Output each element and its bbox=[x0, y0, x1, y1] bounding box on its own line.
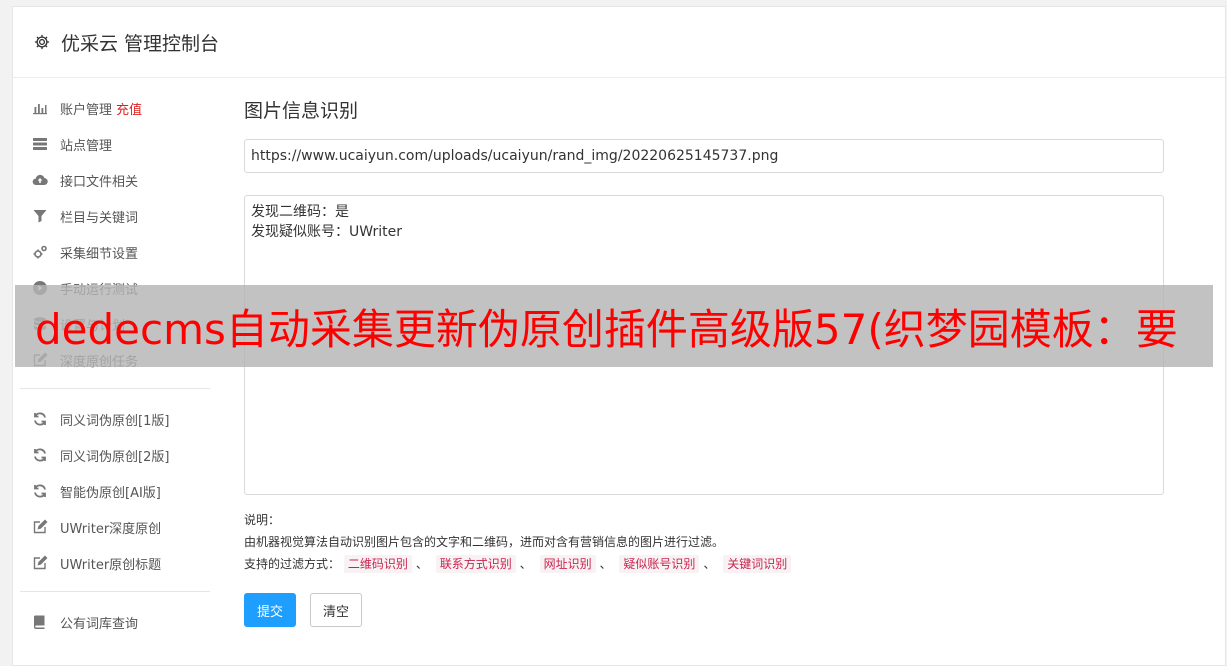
tag-separator: 、 bbox=[415, 557, 428, 571]
sidebar-item-label: 智能伪原创[AI版] bbox=[60, 485, 161, 501]
filter-icon bbox=[32, 208, 48, 224]
recharge-link[interactable]: 充值 bbox=[116, 99, 142, 118]
sidebar-item-label: 公有词库查询 bbox=[60, 616, 139, 632]
book-icon bbox=[32, 614, 48, 630]
refresh-icon bbox=[32, 447, 48, 463]
sidebar-item-label: 栏目与关键词 bbox=[60, 210, 139, 226]
result-line: 发现二维码：是 bbox=[251, 204, 349, 220]
sidebar-divider bbox=[20, 591, 210, 592]
section-title: 图片信息识别 bbox=[244, 100, 359, 122]
gears-icon bbox=[32, 244, 48, 260]
image-url-input[interactable] bbox=[244, 139, 1164, 173]
sidebar-item[interactable]: 同义词伪原创[1版] bbox=[20, 401, 210, 437]
sidebar-item[interactable]: 账户管理 充值 bbox=[20, 90, 210, 126]
page-title: 优采云 管理控制台 bbox=[61, 32, 220, 55]
note-heading: 说明： bbox=[244, 513, 281, 527]
note-text: 由机器视觉算法自动识别图片包含的文字和二维码，进而对含有营销信息的图片进行过滤。 bbox=[244, 535, 725, 549]
submit-button[interactable]: 提交 bbox=[244, 593, 297, 627]
bar-chart-icon bbox=[32, 100, 48, 116]
filter-label: 支持的过滤方式： bbox=[244, 557, 341, 571]
button-row: 提交 清空 bbox=[244, 593, 1164, 627]
filter-tag: 二维码识别 bbox=[343, 555, 412, 573]
sidebar-item[interactable]: UWriter深度原创 bbox=[20, 509, 210, 545]
cloud-upload-icon bbox=[32, 172, 48, 188]
server-icon bbox=[32, 136, 48, 152]
sidebar-item-label: 站点管理 bbox=[60, 138, 113, 154]
filter-methods: 支持的过滤方式： 二维码识别、 联系方式识别、 网址识别、 疑似账号识别、 关键… bbox=[244, 553, 1164, 575]
overlay-banner: dedecms自动采集更新伪原创插件高级版57(织梦园模板：要 bbox=[15, 285, 1213, 367]
sidebar-item-label: 接口文件相关 bbox=[60, 174, 139, 190]
filter-tag: 疑似账号识别 bbox=[619, 555, 700, 573]
refresh-icon bbox=[32, 483, 48, 499]
tag-separator: 、 bbox=[599, 557, 612, 571]
sidebar-item[interactable]: 接口文件相关 bbox=[20, 162, 210, 198]
tag-separator: 、 bbox=[703, 557, 716, 571]
edit-icon bbox=[32, 555, 48, 571]
sidebar-item-label: 同义词伪原创[2版] bbox=[60, 449, 170, 465]
result-line: 发现疑似账号：UWriter bbox=[251, 224, 402, 240]
filter-tag: 网址识别 bbox=[539, 555, 596, 573]
sidebar-item[interactable]: 栏目与关键词 bbox=[20, 198, 210, 234]
sidebar-item[interactable]: 智能伪原创[AI版] bbox=[20, 473, 210, 509]
sidebar-item[interactable]: 站点管理 bbox=[20, 126, 210, 162]
sidebar-item[interactable]: 同义词伪原创[2版] bbox=[20, 437, 210, 473]
sidebar-item-label: 采集细节设置 bbox=[60, 246, 139, 262]
gear-icon bbox=[34, 34, 50, 50]
header: 优采云 管理控制台 bbox=[13, 7, 1225, 78]
sidebar-item[interactable]: UWriter原创标题 bbox=[20, 545, 210, 581]
refresh-icon bbox=[32, 411, 48, 427]
sidebar-item[interactable]: 采集细节设置 bbox=[20, 234, 210, 270]
tag-separator: 、 bbox=[519, 557, 532, 571]
sidebar-item-label: UWriter原创标题 bbox=[60, 557, 162, 573]
sidebar-item-label: UWriter深度原创 bbox=[60, 521, 162, 537]
description: 说明： 由机器视觉算法自动识别图片包含的文字和二维码，进而对含有营销信息的图片进… bbox=[244, 509, 1164, 575]
sidebar-item[interactable]: 公有词库查询 bbox=[20, 604, 210, 640]
banner-text: dedecms自动采集更新伪原创插件高级版57(织梦园模板：要 bbox=[35, 304, 1178, 354]
sidebar-item-label: 同义词伪原创[1版] bbox=[60, 413, 170, 429]
sidebar-divider bbox=[20, 388, 210, 389]
sidebar-item-label: 账户管理 bbox=[60, 102, 113, 118]
filter-tag: 关键词识别 bbox=[723, 555, 792, 573]
filter-tag: 联系方式识别 bbox=[435, 555, 516, 573]
edit-icon bbox=[32, 519, 48, 535]
clear-button[interactable]: 清空 bbox=[310, 593, 363, 627]
